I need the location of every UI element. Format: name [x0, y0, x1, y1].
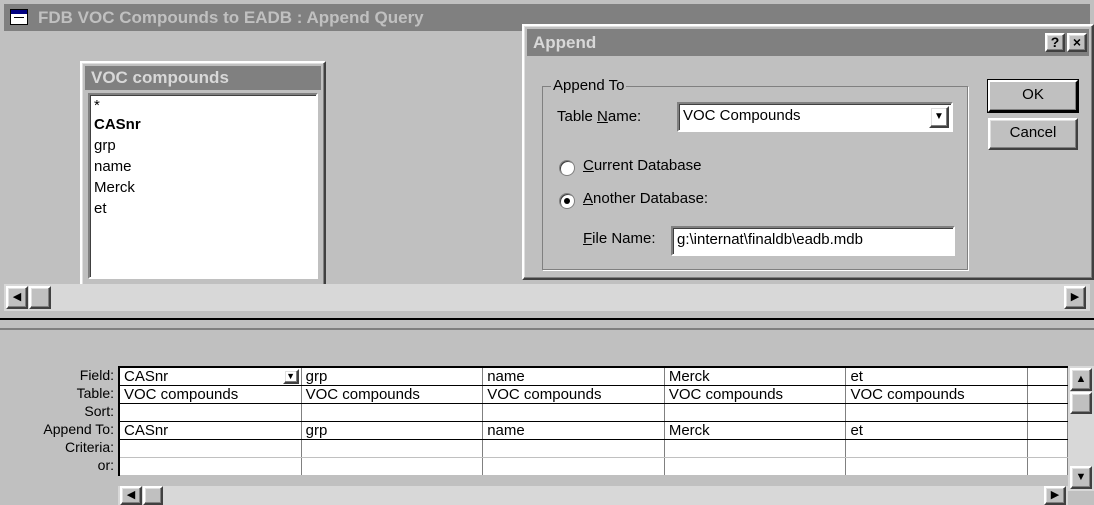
file-name-label: File Name: — [583, 230, 656, 247]
grid-row-sort — [120, 404, 1068, 422]
field-list-title[interactable]: VOC compounds — [85, 66, 321, 90]
append-to-group-label: Append To — [551, 77, 627, 94]
grid-cell-field[interactable]: Merck — [665, 368, 847, 385]
grid-cell-table[interactable]: VOC compounds — [483, 386, 665, 403]
row-label-field: Field: — [79, 367, 114, 383]
row-label-append-to: Append To: — [43, 421, 114, 437]
grid-cell-append-to[interactable]: CASnr — [120, 422, 302, 439]
grid-cell-criteria[interactable] — [1028, 440, 1068, 457]
close-icon[interactable]: × — [1067, 33, 1087, 52]
scroll-thumb[interactable] — [143, 486, 163, 505]
grid-cell-or[interactable] — [302, 458, 484, 475]
grid-cell-append-to[interactable]: name — [483, 422, 665, 439]
pane-splitter[interactable] — [0, 318, 1094, 330]
grid-cell-sort[interactable] — [483, 404, 665, 421]
current-database-radio[interactable] — [559, 160, 575, 176]
grid-cell-field[interactable]: CASnr ▼ — [120, 368, 302, 385]
field-item-name[interactable]: name — [94, 156, 312, 177]
help-icon[interactable]: ? — [1045, 33, 1065, 52]
grid-cell-table[interactable]: VOC compounds — [302, 386, 484, 403]
grid-row-table: VOC compounds VOC compounds VOC compound… — [120, 386, 1068, 404]
grid-cell-sort[interactable] — [1028, 404, 1068, 421]
scroll-thumb[interactable] — [29, 286, 51, 309]
scroll-right-icon[interactable]: ▶ — [1064, 286, 1086, 309]
dialog-titlebar[interactable]: Append ? × — [527, 29, 1089, 56]
grid-cell-criteria[interactable] — [120, 440, 302, 457]
grid-cell-append-to[interactable]: et — [846, 422, 1029, 439]
grid-horizontal-scrollbar[interactable]: ◀ ▶ — [118, 486, 1068, 505]
grid-cell-field[interactable]: et — [846, 368, 1029, 385]
grid-cell-sort[interactable] — [120, 404, 302, 421]
grid-cell-or[interactable] — [1028, 458, 1068, 475]
design-grid-pane: Field: Table: Sort: Append To: Criteria:… — [0, 336, 1094, 505]
file-name-input[interactable]: g:\internat\finaldb\eadb.mdb — [671, 226, 955, 256]
scroll-right-icon[interactable]: ▶ — [1044, 486, 1066, 505]
scroll-thumb[interactable] — [1070, 392, 1092, 414]
field-item-all[interactable]: * — [94, 98, 312, 114]
field-item-merck[interactable]: Merck — [94, 177, 312, 198]
grid-cell-table[interactable]: VOC compounds — [846, 386, 1029, 403]
grid-cell-criteria[interactable] — [302, 440, 484, 457]
grid-row-or — [120, 458, 1068, 476]
table-pane-horizontal-scrollbar[interactable]: ◀ ▶ — [4, 284, 1090, 311]
row-label-or: or: — [97, 457, 114, 473]
append-to-groupbox: Append To Table Name: VOC Compounds ▼ Cu… — [542, 77, 968, 270]
grid-cell-sort[interactable] — [665, 404, 847, 421]
grid-cell-or[interactable] — [483, 458, 665, 475]
grid-cell-or[interactable] — [846, 458, 1029, 475]
scroll-up-icon[interactable]: ▲ — [1070, 368, 1092, 391]
field-item-grp[interactable]: grp — [94, 135, 312, 156]
table-name-label: Table Name: — [557, 108, 642, 125]
grid-row-labels: Field: Table: Sort: Append To: Criteria:… — [0, 366, 118, 474]
another-database-radio[interactable] — [559, 193, 575, 209]
grid-cell-or[interactable] — [665, 458, 847, 475]
row-label-sort: Sort: — [84, 403, 114, 419]
grid-cell-or[interactable] — [120, 458, 302, 475]
row-label-criteria: Criteria: — [64, 439, 114, 455]
append-dialog: Append ? × Append To Table Name: VOC Com… — [522, 24, 1094, 280]
grid-cell-criteria[interactable] — [483, 440, 665, 457]
scroll-down-icon[interactable]: ▼ — [1070, 466, 1092, 489]
grid-cell-append-to[interactable] — [1028, 422, 1068, 439]
design-grid: CASnr ▼ grp name Merck et VOC compounds V… — [118, 366, 1068, 476]
grid-cell-criteria[interactable] — [665, 440, 847, 457]
dropdown-arrow-icon[interactable]: ▼ — [282, 369, 299, 384]
grid-cell-append-to[interactable]: Merck — [665, 422, 847, 439]
ok-button[interactable]: OK — [988, 80, 1078, 112]
grid-cell-sort[interactable] — [302, 404, 484, 421]
scroll-left-icon[interactable]: ◀ — [6, 286, 28, 309]
grid-cell-criteria[interactable] — [846, 440, 1029, 457]
grid-row-append-to: CASnr grp name Merck et — [120, 422, 1068, 440]
dropdown-arrow-icon[interactable]: ▼ — [929, 106, 949, 128]
scroll-left-icon[interactable]: ◀ — [120, 486, 142, 505]
row-label-table: Table: — [76, 385, 114, 401]
grid-cell-sort[interactable] — [846, 404, 1029, 421]
grid-cell-append-to[interactable]: grp — [302, 422, 484, 439]
table-name-combobox[interactable]: VOC Compounds ▼ — [677, 102, 953, 132]
dialog-title: Append — [533, 33, 597, 52]
another-database-label[interactable]: Another Database: — [583, 190, 708, 207]
cancel-button[interactable]: Cancel — [988, 118, 1078, 150]
query-window-title: FDB VOC Compounds to EADB : Append Query — [38, 8, 424, 27]
grid-cell-field[interactable]: grp — [302, 368, 484, 385]
grid-row-field: CASnr ▼ grp name Merck et — [120, 368, 1068, 386]
grid-cell-table[interactable]: VOC compounds — [120, 386, 302, 403]
grid-cell-field[interactable]: name — [483, 368, 665, 385]
table-name-value: VOC Compounds — [683, 107, 801, 124]
current-database-label[interactable]: Current Database — [583, 157, 701, 174]
field-list-window[interactable]: VOC compounds * CASnr grp name Merck et — [80, 61, 326, 287]
grid-cell-table[interactable] — [1028, 386, 1068, 403]
grid-cell-table[interactable]: VOC compounds — [665, 386, 847, 403]
grid-row-criteria — [120, 440, 1068, 458]
field-list-body: * CASnr grp name Merck et — [88, 93, 318, 279]
field-item-et[interactable]: et — [94, 198, 312, 219]
query-window-icon[interactable] — [10, 9, 28, 25]
field-item-casnr[interactable]: CASnr — [94, 114, 312, 135]
grid-vertical-scrollbar[interactable]: ▲ ▼ — [1068, 366, 1094, 491]
grid-cell-field[interactable] — [1028, 368, 1068, 385]
